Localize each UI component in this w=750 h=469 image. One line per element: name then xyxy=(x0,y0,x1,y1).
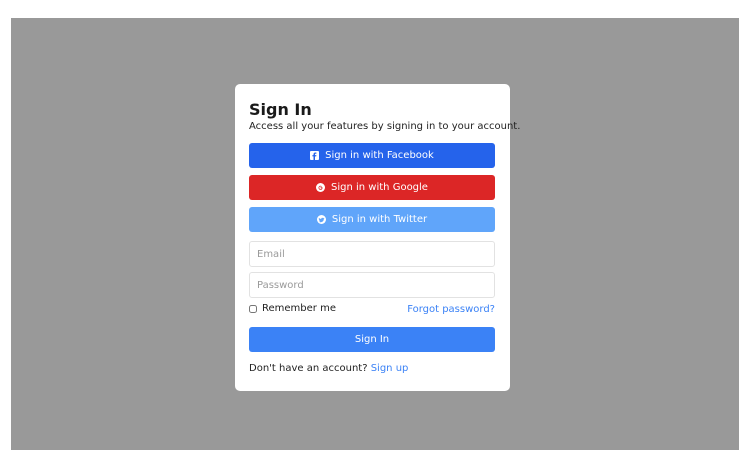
google-sign-in-button[interactable]: Sign in with Google xyxy=(249,175,495,200)
google-icon xyxy=(316,183,326,192)
sign-up-link[interactable]: Sign up xyxy=(371,363,409,374)
sign-up-prompt-text: Don't have an account? xyxy=(249,363,368,374)
twitter-sign-in-label: Sign in with Twitter xyxy=(331,214,428,225)
remember-me-label: Remember me xyxy=(262,303,336,314)
facebook-icon xyxy=(310,151,320,160)
email-field[interactable] xyxy=(249,241,495,267)
page-subtitle: Access all your features by signing in t… xyxy=(249,121,521,132)
forgot-password-link[interactable]: Forgot password? xyxy=(407,304,495,315)
facebook-sign-in-label: Sign in with Facebook xyxy=(325,150,434,161)
google-sign-in-label: Sign in with Google xyxy=(331,182,428,193)
page-title: Sign In xyxy=(249,100,312,119)
sign-in-card: Sign In Access all your features by sign… xyxy=(235,84,520,391)
facebook-sign-in-button[interactable]: Sign in with Facebook xyxy=(249,143,495,168)
twitter-sign-in-button[interactable]: Sign in with Twitter xyxy=(249,207,495,232)
remember-me[interactable]: Remember me xyxy=(249,303,336,314)
twitter-icon xyxy=(316,215,326,224)
sign-up-prompt: Don't have an account? Sign up xyxy=(249,363,408,374)
password-field[interactable] xyxy=(249,272,495,298)
sign-in-button[interactable]: Sign In xyxy=(249,327,495,352)
remember-me-checkbox[interactable] xyxy=(249,304,257,313)
